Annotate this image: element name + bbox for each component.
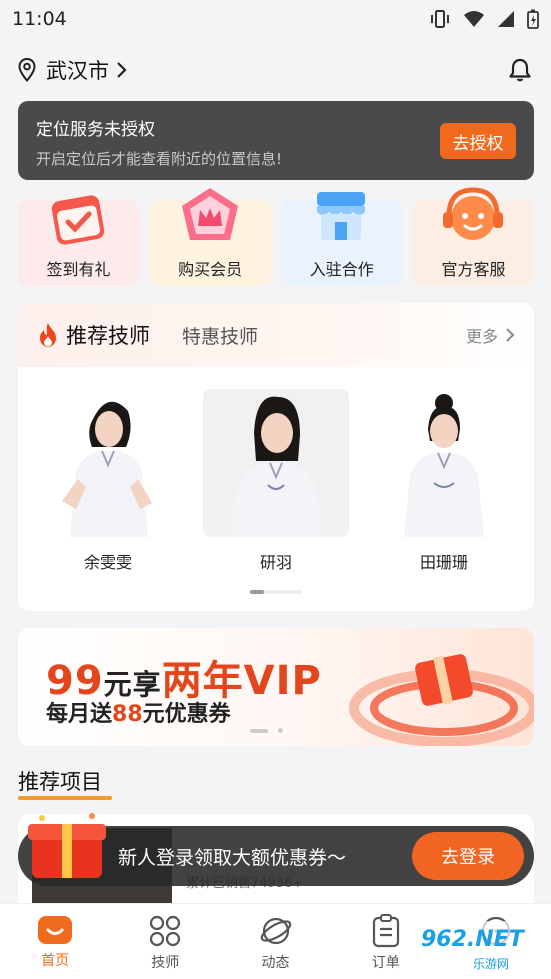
authorize-button[interactable]: 去授权 <box>440 123 516 159</box>
tab-technicians[interactable]: 技师 <box>110 904 220 979</box>
vip-subline: 每月送88元优惠券 <box>46 696 231 728</box>
login-button[interactable]: 去登录 <box>412 832 524 880</box>
vip-subline-prefix: 每月送 <box>46 702 113 727</box>
storefront-icon <box>317 192 366 240</box>
vip-subline-suffix: 元优惠券 <box>142 702 231 727</box>
red-gift-icon <box>28 813 106 878</box>
login-promo-bar: 新人登录领取大额优惠券～ 去登录 <box>18 813 534 886</box>
clipboard-icon <box>372 914 399 948</box>
technician-photo <box>203 389 349 537</box>
technician-name: 研羽 <box>259 553 292 572</box>
technician-name: 田珊珊 <box>419 553 468 572</box>
site-watermark: 962.NET 乐游网 <box>413 921 551 979</box>
carousel-indicator <box>250 728 283 733</box>
promo-text: 新人登录领取大额优惠券～ <box>118 846 347 869</box>
planet-icon <box>260 917 291 945</box>
quick-action-membership[interactable]: 购买会员 <box>149 188 271 286</box>
wifi-icon <box>464 11 484 27</box>
watermark-sub: 乐游网 <box>473 957 510 971</box>
location-bar: 武汉市 <box>18 54 533 86</box>
quick-action-support[interactable]: 官方客服 <box>412 187 534 286</box>
city-selector[interactable]: 武汉市 <box>46 55 109 85</box>
technician-photo <box>35 389 181 537</box>
status-bar: 11:04 <box>0 0 551 38</box>
technician-name: 余雯雯 <box>83 553 132 572</box>
technician-card: 推荐技师 特惠技师 更多 余雯雯 研羽 田珊珊 <box>18 303 534 611</box>
section-title-recommended-projects: 推荐项目 <box>18 766 112 800</box>
quick-action-label: 入驻合作 <box>309 260 374 279</box>
technician-list: 余雯雯 研羽 田珊珊 <box>18 367 534 573</box>
tab-feed[interactable]: 动态 <box>220 904 330 979</box>
gift-box-illustration <box>349 654 534 746</box>
bell-icon[interactable] <box>507 57 533 83</box>
carousel-indicator <box>250 590 302 594</box>
signal-icon <box>498 11 514 27</box>
tab-home[interactable]: 首页 <box>0 904 110 979</box>
quick-action-partner[interactable]: 入驻合作 <box>281 192 403 286</box>
quick-action-label: 签到有礼 <box>46 260 111 279</box>
clock: 11:04 <box>12 8 67 30</box>
vip-promo-banner[interactable]: 99元享两年VIP 每月送88元优惠券 <box>18 628 534 746</box>
technician-item[interactable]: 余雯雯 <box>35 389 181 573</box>
vibrate-icon <box>431 10 449 28</box>
calendar-check-icon <box>51 195 105 245</box>
location-permission-banner: 定位服务未授权 开启定位后才能查看附近的位置信息! 去授权 <box>18 101 534 180</box>
chevron-right-icon[interactable] <box>504 326 516 344</box>
location-pin-icon[interactable] <box>18 58 36 82</box>
battery-icon <box>527 9 539 29</box>
tab-discount-technicians[interactable]: 特惠技师 <box>182 322 258 349</box>
technician-photo <box>371 389 517 537</box>
grid-icon <box>150 915 181 947</box>
tab-recommended-technicians[interactable]: 推荐技师 <box>66 320 150 350</box>
status-icons <box>429 9 539 29</box>
quick-action-label: 官方客服 <box>441 260 506 279</box>
quick-action-label: 购买会员 <box>178 260 243 279</box>
more-link[interactable]: 更多 <box>466 323 498 347</box>
technician-header: 推荐技师 特惠技师 更多 <box>18 303 534 367</box>
technician-item[interactable]: 研羽 <box>203 389 349 573</box>
quick-action-checkin[interactable]: 签到有礼 <box>18 195 139 286</box>
watermark-brand: 962.NET <box>421 927 524 952</box>
crown-badge-icon <box>181 188 238 240</box>
technician-item[interactable]: 田珊珊 <box>371 389 517 573</box>
home-icon <box>38 916 73 944</box>
headset-support-icon <box>442 187 503 240</box>
vip-subline-amount: 88 <box>112 702 143 727</box>
quick-actions: 签到有礼 购买会员 入驻合作 官方客服 <box>18 187 534 286</box>
chevron-right-icon[interactable] <box>115 60 129 80</box>
fire-icon <box>40 323 56 347</box>
